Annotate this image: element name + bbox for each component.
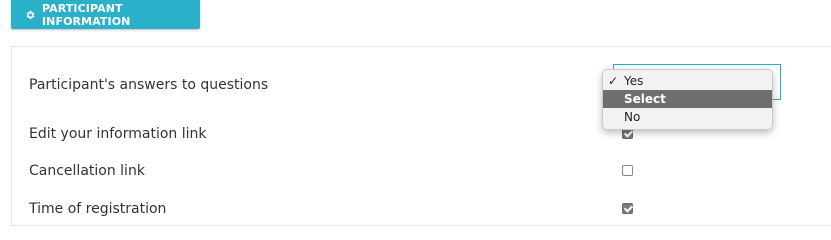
registration-time-label: Time of registration [29,201,167,217]
cancellation-link-checkbox[interactable] [622,165,633,176]
cancellation-link-label: Cancellation link [29,163,145,179]
gear-icon [26,10,35,19]
option-select[interactable]: Select [603,90,772,108]
option-no[interactable]: No [603,108,772,126]
tab-label: PARTICIPANT INFORMATION [41,1,131,28]
answers-label: Participant's answers to questions [29,77,269,93]
answers-dropdown-menu: ✓ Yes Select No [602,69,773,130]
participant-information-tab[interactable]: PARTICIPANT INFORMATION [11,0,200,29]
edit-info-link-label: Edit your information link [29,126,207,142]
registration-time-checkbox[interactable] [622,203,633,214]
checkmark-icon: ✓ [608,74,619,88]
option-yes[interactable]: ✓ Yes [603,72,772,90]
